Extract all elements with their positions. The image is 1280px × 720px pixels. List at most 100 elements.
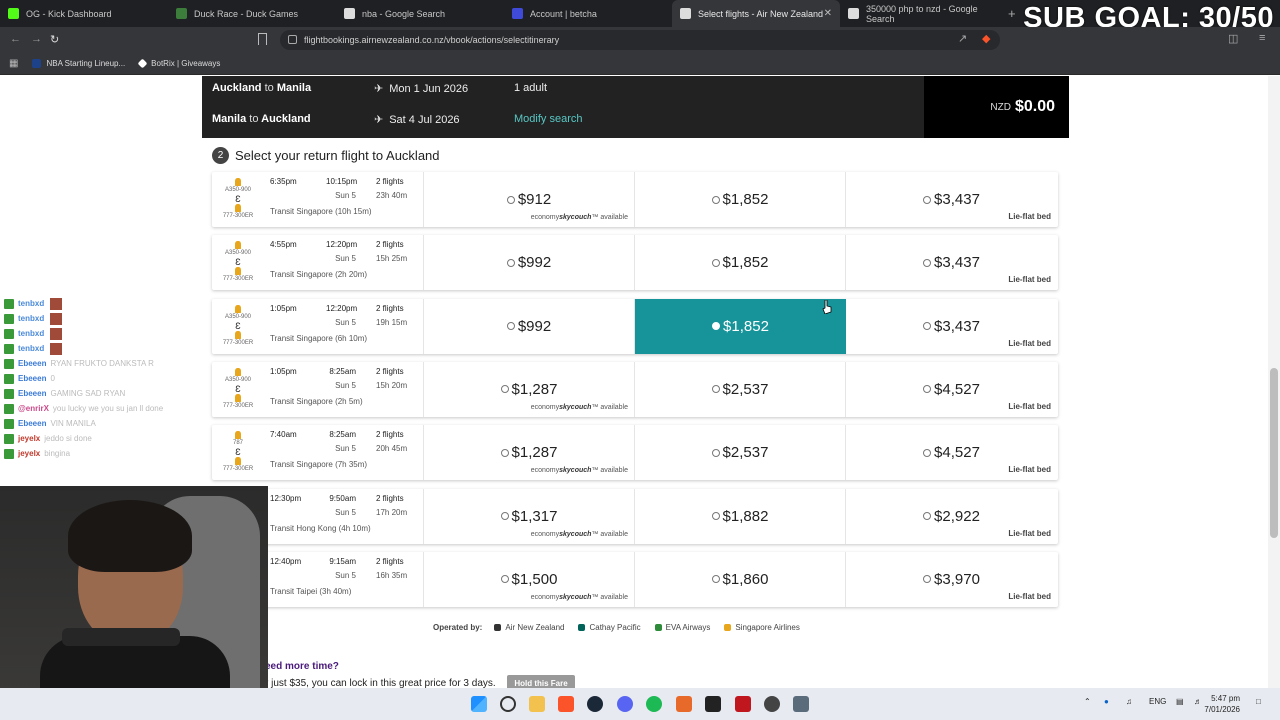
mic-tray-icon[interactable]: ♫: [1126, 697, 1132, 706]
return-summary: Manila to Auckland ✈ Sat 4 Jul 2026 Modif…: [212, 109, 912, 129]
tab-0[interactable]: OG - Kick Dashboard: [0, 0, 168, 27]
fare-radio[interactable]: [500, 385, 509, 394]
start-icon[interactable]: [471, 696, 487, 712]
business-fare[interactable]: $3,437 Lie-flat bed: [846, 299, 1057, 354]
brave-shields-icon[interactable]: ◆: [982, 32, 990, 45]
file-explorer-icon[interactable]: [529, 696, 545, 712]
fare-radio[interactable]: [923, 258, 932, 267]
fare-radio[interactable]: [711, 512, 720, 520]
apps-icon[interactable]: ▦: [9, 58, 18, 69]
fare-radio[interactable]: [923, 322, 932, 331]
premium-fare[interactable]: $1,852: [635, 172, 846, 227]
fare-radio[interactable]: [506, 258, 515, 267]
page-scrollbar[interactable]: [1268, 76, 1280, 688]
fare-price: $1,287: [511, 444, 558, 462]
scroll-thumb[interactable]: [1270, 368, 1278, 538]
volume-icon[interactable]: ♬: [1194, 697, 1202, 706]
premium-fare[interactable]: $1,852: [635, 298, 846, 354]
fare-radio[interactable]: [500, 512, 509, 520]
calculator-icon[interactable]: [793, 696, 809, 712]
bookmark-botrix[interactable]: BotRix | Giveaways: [137, 58, 221, 69]
fare-radio[interactable]: [923, 448, 932, 457]
tab-title: OG - Kick Dashboard: [26, 8, 112, 19]
economy-fare[interactable]: $1,500 economyskycouch™ available: [424, 551, 635, 607]
note-suffix: ™ available: [591, 593, 628, 601]
fare-radio[interactable]: [711, 575, 720, 584]
chat-badge-icon: [4, 298, 14, 309]
fare-radio[interactable]: [711, 258, 720, 267]
premium-fare[interactable]: $2,537: [635, 425, 846, 481]
tab-2[interactable]: nba - Google Search: [336, 0, 504, 27]
obs-icon[interactable]: [764, 696, 780, 712]
spotify-icon[interactable]: [646, 696, 662, 712]
business-fare[interactable]: $3,437 Lie-flat bed: [846, 172, 1057, 227]
return-route: Manila to Auckland: [212, 113, 374, 125]
fare-price: $1,317: [511, 507, 558, 525]
sidebar-icon[interactable]: ◫: [1228, 32, 1238, 45]
modify-search-link[interactable]: Modify search: [514, 113, 582, 125]
tab-1[interactable]: Duck Race - Duck Games: [168, 0, 336, 27]
premium-fare[interactable]: $2,537: [635, 361, 846, 417]
steam-icon[interactable]: [587, 696, 603, 712]
forward-icon[interactable]: →: [31, 33, 42, 45]
fare-radio[interactable]: [923, 385, 932, 394]
bookmark-label: BotRix | Giveaways: [151, 59, 221, 68]
business-fare[interactable]: $3,970 Lie-flat bed: [846, 552, 1057, 607]
hold-fare-button[interactable]: Hold this Fare: [507, 675, 575, 688]
business-fare[interactable]: $4,527 Lie-flat bed: [846, 362, 1057, 417]
premium-fare[interactable]: $1,882: [635, 488, 846, 544]
economy-fare[interactable]: $1,317 economyskycouch™ available: [424, 488, 635, 544]
network-app-icon[interactable]: ●: [1104, 697, 1109, 706]
economy-fare[interactable]: $912 economyskycouch™ available: [424, 172, 635, 227]
flight-info: 787 Ɛ 777-300ER 7:40am 8:25am Sun 52 flights 2…: [212, 425, 424, 481]
fare-radio[interactable]: [711, 195, 720, 204]
premium-fare[interactable]: $1,860: [635, 551, 846, 607]
url-field[interactable]: flightbookings.airnewzealand.co.nz/vbook…: [280, 30, 1000, 50]
fare-radio[interactable]: [711, 448, 720, 457]
fare-radio[interactable]: [500, 575, 509, 584]
fare-radio[interactable]: [923, 575, 932, 584]
chat-username: tenbxd: [18, 329, 45, 338]
business-fare[interactable]: $2,922 Lie-flat bed: [846, 489, 1057, 544]
business-fare[interactable]: $4,527 Lie-flat bed: [846, 425, 1057, 480]
tab-4[interactable]: Select flights - Air New Zealand ✕: [672, 0, 840, 27]
fare-radio[interactable]: [712, 322, 721, 331]
premium-fare[interactable]: $1,852: [635, 235, 846, 291]
aircraft-info: A350-900 Ɛ 777-300ER: [216, 304, 260, 348]
fare-radio[interactable]: [506, 195, 515, 204]
tray-overflow-icon[interactable]: ⌃: [1084, 697, 1091, 706]
notifications-icon[interactable]: □: [1256, 697, 1261, 706]
economy-fare[interactable]: $992: [424, 298, 635, 354]
tab-3[interactable]: Account | betcha: [504, 0, 672, 27]
discord-icon[interactable]: [617, 696, 633, 712]
app-x-icon[interactable]: [735, 696, 751, 712]
clock[interactable]: 5:47 pm 7/01/2026: [1204, 693, 1240, 715]
fare-radio[interactable]: [506, 322, 515, 331]
economy-fare[interactable]: $1,287 economyskycouch™ available: [424, 425, 635, 481]
business-fare[interactable]: $3,437 Lie-flat bed: [846, 235, 1057, 290]
fare-radio[interactable]: [711, 385, 720, 394]
brave-icon[interactable]: [558, 696, 574, 712]
chat-badge-icon: [4, 313, 14, 324]
app-icon[interactable]: [676, 696, 692, 712]
bookmark-nba[interactable]: NBA Starting Lineup...: [32, 59, 125, 68]
back-icon[interactable]: ←: [10, 33, 21, 45]
chat-username: tenbxd: [18, 299, 45, 308]
close-tab-icon[interactable]: ✕: [824, 8, 832, 19]
fare-radio[interactable]: [923, 512, 932, 520]
search-icon[interactable]: [500, 696, 516, 712]
wifi-icon[interactable]: ▤: [1176, 697, 1184, 706]
reload-icon[interactable]: ↻: [50, 33, 59, 46]
bookmark-icon[interactable]: [258, 33, 267, 45]
fare-radio[interactable]: [923, 195, 932, 204]
fare-radio[interactable]: [500, 448, 509, 457]
economy-fare[interactable]: $992: [424, 235, 635, 291]
menu-icon[interactable]: ≡: [1259, 32, 1265, 44]
economy-fare[interactable]: $1,287 economyskycouch™ available: [424, 361, 635, 417]
share-icon[interactable]: ↗: [958, 32, 967, 45]
tab-5[interactable]: 350000 php to nzd - Google Search: [840, 0, 1008, 27]
skycouch-brand: skycouch: [559, 530, 592, 538]
terminal-icon[interactable]: [705, 696, 721, 712]
language-indicator[interactable]: ENG: [1149, 697, 1166, 706]
site-info-icon[interactable]: [288, 35, 297, 44]
